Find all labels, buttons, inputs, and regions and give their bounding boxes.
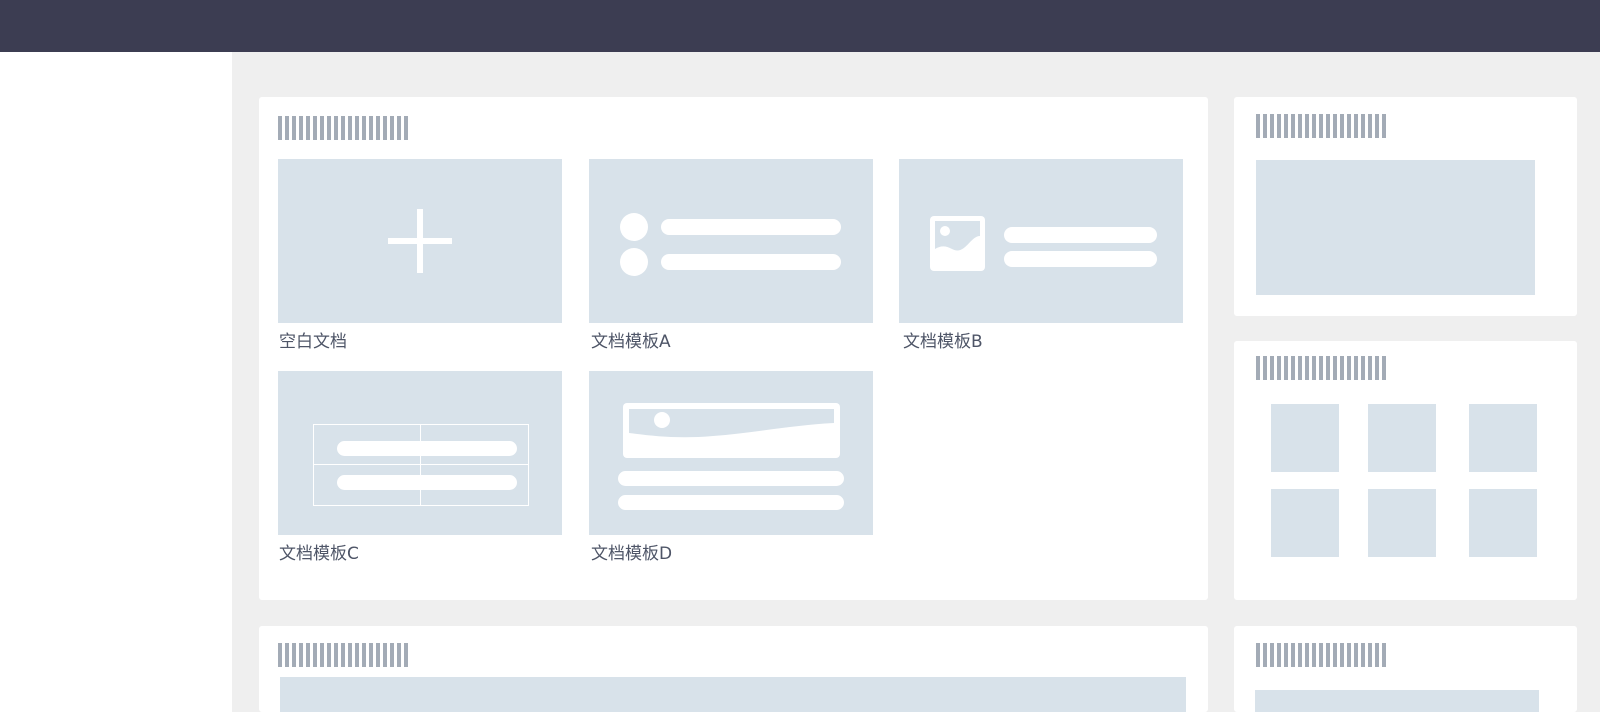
template-thumbnail-c[interactable] xyxy=(278,371,562,535)
panel-title-placeholder xyxy=(278,643,408,667)
content-placeholder xyxy=(1256,160,1535,295)
templates-panel: 空白文档 文档模板A 文档模板B 文档模板C 文档模板D xyxy=(259,97,1208,600)
template-thumbnail-d[interactable] xyxy=(589,371,873,535)
right-panel-grid xyxy=(1234,341,1577,600)
grid-item[interactable] xyxy=(1469,404,1537,472)
left-sidebar xyxy=(0,52,232,712)
template-label-blank: 空白文档 xyxy=(279,332,347,352)
panel-title-placeholder xyxy=(1256,643,1386,667)
grid-item[interactable] xyxy=(1368,489,1436,557)
top-navigation-bar xyxy=(0,0,1600,52)
template-thumbnail-blank[interactable] xyxy=(278,159,562,323)
list-icon xyxy=(589,159,873,323)
template-label-a: 文档模板A xyxy=(591,332,671,352)
plus-icon xyxy=(388,209,452,273)
grid-item[interactable] xyxy=(1271,489,1339,557)
grid-item[interactable] xyxy=(1271,404,1339,472)
right-panel-top xyxy=(1234,97,1577,316)
content-placeholder xyxy=(1255,690,1539,712)
template-label-c: 文档模板C xyxy=(279,544,359,564)
main-content: 空白文档 文档模板A 文档模板B 文档模板C 文档模板D xyxy=(232,52,1600,712)
template-label-d: 文档模板D xyxy=(591,544,673,564)
banner-icon xyxy=(589,371,873,535)
bottom-left-panel xyxy=(259,626,1208,712)
template-thumbnail-b[interactable] xyxy=(899,159,1183,323)
grid-item[interactable] xyxy=(1469,489,1537,557)
content-placeholder xyxy=(280,677,1186,712)
panel-title-placeholder xyxy=(1256,114,1386,138)
grid-item[interactable] xyxy=(1368,404,1436,472)
template-thumbnail-a[interactable] xyxy=(589,159,873,323)
panel-title-placeholder xyxy=(278,116,408,140)
bottom-right-panel xyxy=(1234,626,1577,712)
template-label-b: 文档模板B xyxy=(903,332,983,352)
table-icon xyxy=(278,371,562,535)
image-text-icon xyxy=(899,159,1183,323)
panel-title-placeholder xyxy=(1256,356,1386,380)
